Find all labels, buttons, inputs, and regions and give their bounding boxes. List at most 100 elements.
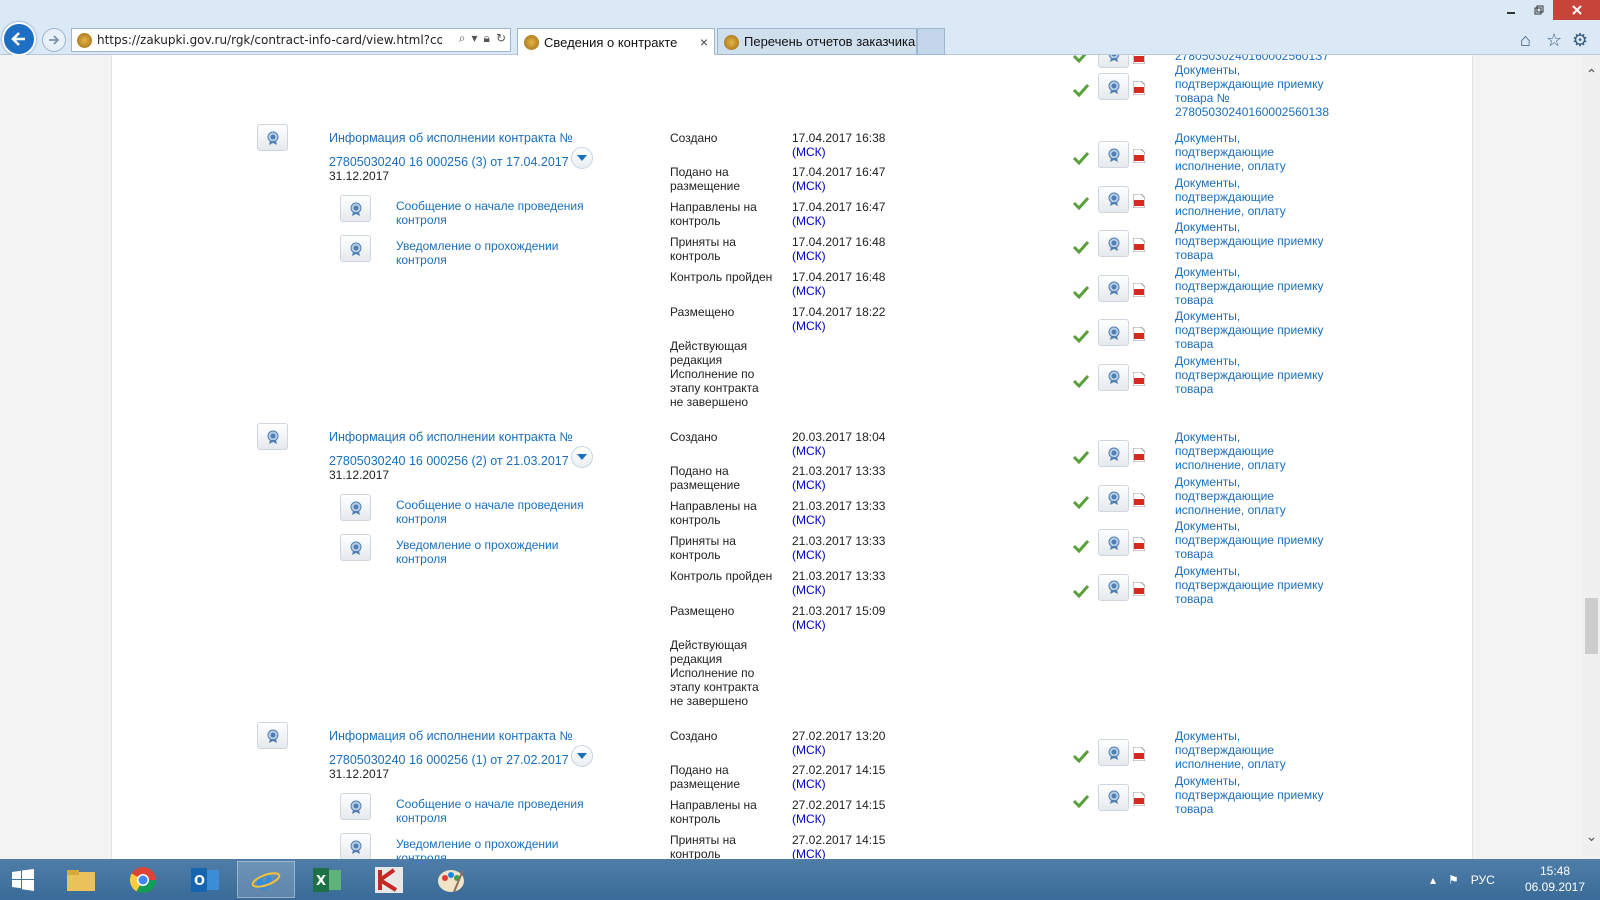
certificate-button[interactable] [1098, 363, 1129, 391]
certificate-button[interactable] [257, 423, 288, 450]
scroll-down-icon[interactable]: ⌄ [1583, 828, 1600, 845]
lock-icon[interactable]: 🔒︎ [484, 31, 490, 46]
taskbar-kaspersky[interactable] [360, 861, 418, 898]
document-link[interactable]: Документы, подтверждающие приемку товара [1175, 519, 1335, 561]
search-icon[interactable]: ⌕ [459, 31, 466, 46]
scroll-up-icon[interactable]: ⌃ [1583, 66, 1600, 83]
expand-button[interactable] [571, 147, 593, 169]
timezone-label: (МСК) [792, 214, 826, 228]
certificate-button[interactable] [340, 494, 371, 521]
execution-number-link[interactable]: 27805030240 16 000256 (1) от 27.02.2017 [329, 753, 569, 767]
clock[interactable]: 15:48 06.09.2017 [1520, 863, 1590, 895]
control-passed-link[interactable]: Уведомление о прохождении контроля [396, 538, 596, 566]
refresh-icon[interactable]: ↻ [496, 31, 506, 46]
certificate-button[interactable] [1098, 141, 1129, 168]
certificate-button[interactable] [257, 124, 288, 151]
document-link[interactable]: Документы, подтверждающие приемку товара [1175, 309, 1335, 351]
certificate-button[interactable] [1098, 440, 1129, 467]
taskbar-chrome[interactable] [114, 861, 172, 898]
close-icon[interactable]: × [700, 34, 708, 50]
document-link[interactable]: Документы, подтверждающие приемку товара [1175, 220, 1335, 262]
execution-info-link[interactable]: Информация об исполнении контракта № [329, 729, 573, 743]
chrome-icon [129, 866, 157, 893]
pdf-file-icon [1133, 448, 1145, 462]
flag-icon[interactable]: ⚑ [1448, 873, 1459, 887]
pdf-file-icon [1133, 193, 1145, 208]
document-link[interactable]: Документы, подтверждающие исполнение, оп… [1175, 131, 1335, 173]
document-link[interactable]: Документы, подтверждающие исполнение, оп… [1175, 430, 1335, 472]
chevron-down-icon [577, 454, 587, 460]
execution-info-link[interactable]: Информация об исполнении контракта № [329, 430, 573, 444]
document-link[interactable]: Документы, подтверждающие приемку товара… [1175, 63, 1335, 119]
certificate-button[interactable] [1098, 739, 1129, 766]
certificate-button[interactable] [1098, 484, 1129, 512]
certificate-button[interactable] [340, 195, 371, 222]
event-date: 21.03.2017 13:33 (МСК) [792, 499, 885, 527]
back-button[interactable] [2, 22, 36, 56]
scrollbar[interactable] [1583, 55, 1600, 859]
control-start-link[interactable]: Сообщение о начале проведения контроля [396, 797, 596, 825]
document-link[interactable]: Документы, подтверждающие исполнение, оп… [1175, 475, 1335, 517]
certificate-button[interactable] [257, 722, 288, 749]
certificate-button[interactable] [340, 833, 371, 859]
event-date: 17.04.2017 18:22 (МСК) [792, 305, 885, 333]
document-link[interactable]: 278050302401600025601З7 [1175, 55, 1335, 63]
document-link[interactable]: Документы, подтверждающие приемку товара [1175, 564, 1335, 606]
control-passed-link[interactable]: Уведомление о прохождении контроля [396, 837, 596, 859]
tab-customer-reports[interactable]: Перечень отчетов заказчика [717, 28, 917, 55]
tab-contract-info[interactable]: Сведения о контракте × [517, 28, 715, 55]
certificate-button[interactable] [340, 793, 371, 820]
expand-button[interactable] [571, 446, 593, 468]
close-window-button[interactable] [1553, 0, 1600, 20]
gear-icon[interactable]: ⚙ [1572, 30, 1588, 51]
document-link[interactable]: Документы, подтверждающие исполнение, оп… [1175, 176, 1335, 218]
document-link[interactable]: Документы, подтверждающие приемку товара [1175, 354, 1335, 396]
event-datetime: 17.04.2017 16:47 [792, 165, 886, 179]
new-tab-button[interactable] [917, 28, 945, 55]
certificate-button[interactable] [1098, 55, 1129, 68]
certificate-button[interactable] [1098, 573, 1129, 601]
minimize-button[interactable] [1497, 0, 1525, 20]
document-link[interactable]: Документы, подтверждающие приемку товара [1175, 774, 1335, 816]
start-button[interactable] [0, 861, 46, 898]
language-indicator[interactable]: РУС [1471, 873, 1495, 887]
restore-button[interactable] [1525, 0, 1553, 20]
home-icon[interactable]: ⌂ [1520, 30, 1531, 51]
certificate-icon [1108, 370, 1119, 384]
certificate-button[interactable] [1098, 319, 1129, 346]
execution-number-link[interactable]: 27805030240 16 000256 (2) от 21.03.2017 [329, 454, 569, 468]
control-passed-link[interactable]: Уведомление о прохождении контроля [396, 239, 596, 267]
event-datetime: 21.03.2017 13:33 [792, 499, 886, 513]
certificate-button[interactable] [1098, 783, 1129, 811]
certificate-button[interactable] [340, 534, 371, 561]
control-start-link[interactable]: Сообщение о начале проведения контроля [396, 199, 596, 227]
certificate-button[interactable] [1098, 274, 1129, 302]
forward-button[interactable] [42, 28, 66, 52]
control-start-link[interactable]: Сообщение о начале проведения контроля [396, 498, 596, 526]
dropdown-icon[interactable]: ▾ [472, 31, 478, 46]
address-bar[interactable]: https://zakupki.gov.ru/rgk/contract-info… [71, 28, 511, 52]
certificate-button[interactable] [340, 235, 371, 262]
expand-button[interactable] [571, 745, 593, 767]
taskbar-internet-explorer[interactable]: e [237, 861, 295, 898]
event-datetime: 17.04.2017 18:22 [792, 305, 886, 319]
close-icon [1571, 5, 1582, 15]
execution-number-link[interactable]: 27805030240 16 000256 (3) от 17.04.2017 [329, 155, 569, 169]
event-datetime: 27.02.2017 14:15 [792, 798, 886, 812]
taskbar-paint[interactable] [422, 861, 480, 898]
favorites-star-icon[interactable]: ☆ [1546, 30, 1562, 51]
taskbar-outlook[interactable]: O [176, 861, 234, 898]
document-link[interactable]: Документы, подтверждающие исполнение, оп… [1175, 729, 1335, 771]
certificate-button[interactable] [1098, 230, 1129, 257]
certificate-button[interactable] [1098, 73, 1129, 100]
scrollbar-thumb[interactable] [1585, 598, 1598, 654]
taskbar-file-explorer[interactable] [52, 861, 110, 898]
document-link[interactable]: Документы, подтверждающие приемку товара [1175, 265, 1335, 307]
timezone-label: (МСК) [792, 249, 826, 263]
chevron-up-icon[interactable]: ▴ [1430, 873, 1436, 887]
execution-info-link[interactable]: Информация об исполнении контракта № [329, 131, 573, 145]
certificate-button[interactable] [1098, 529, 1129, 556]
taskbar-excel[interactable]: X [298, 861, 356, 898]
certificate-button[interactable] [1098, 185, 1129, 213]
checkmark-icon [1072, 285, 1090, 299]
